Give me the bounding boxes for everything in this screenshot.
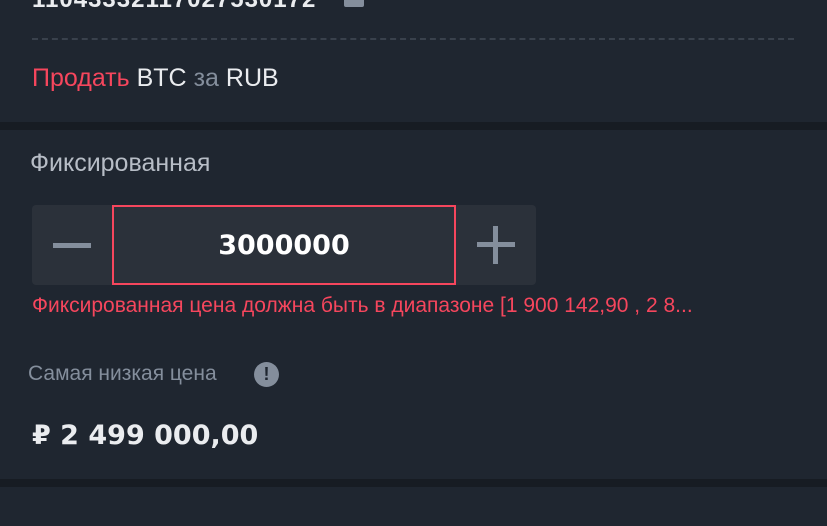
price-type-label: Фиксированная	[30, 149, 211, 177]
price-input[interactable]	[112, 205, 456, 285]
info-icon[interactable]: !	[254, 362, 279, 387]
increase-button[interactable]	[456, 205, 536, 285]
lowest-price-value: ₽ 2 499 000,00	[32, 420, 259, 451]
section-separator	[0, 122, 827, 130]
decrease-button[interactable]	[32, 205, 112, 285]
next-section	[0, 487, 827, 526]
trade-fiat: RUB	[225, 64, 279, 92]
order-header: 11043332117027530172 Продать BTC за RUB	[0, 0, 827, 122]
price-error-message: Фиксированная цена должна быть в диапазо…	[32, 294, 693, 317]
section-separator-bottom	[0, 479, 827, 487]
copy-icon[interactable]	[344, 0, 364, 7]
trade-action: Продать	[32, 64, 130, 92]
trade-preposition: за	[193, 64, 219, 92]
page: 11043332117027530172 Продать BTC за RUB …	[0, 0, 827, 526]
lowest-price-label: Самая низкая цена	[28, 362, 217, 385]
trade-summary: Продать BTC за RUB	[32, 64, 279, 93]
dashed-divider	[32, 38, 794, 40]
price-section: Фиксированная Фиксированная цена должна …	[0, 130, 827, 479]
minus-icon	[53, 242, 91, 248]
plus-icon	[477, 226, 515, 264]
price-stepper	[32, 205, 536, 285]
order-id: 11043332117027530172	[32, 0, 316, 14]
trade-asset: BTC	[136, 64, 187, 92]
